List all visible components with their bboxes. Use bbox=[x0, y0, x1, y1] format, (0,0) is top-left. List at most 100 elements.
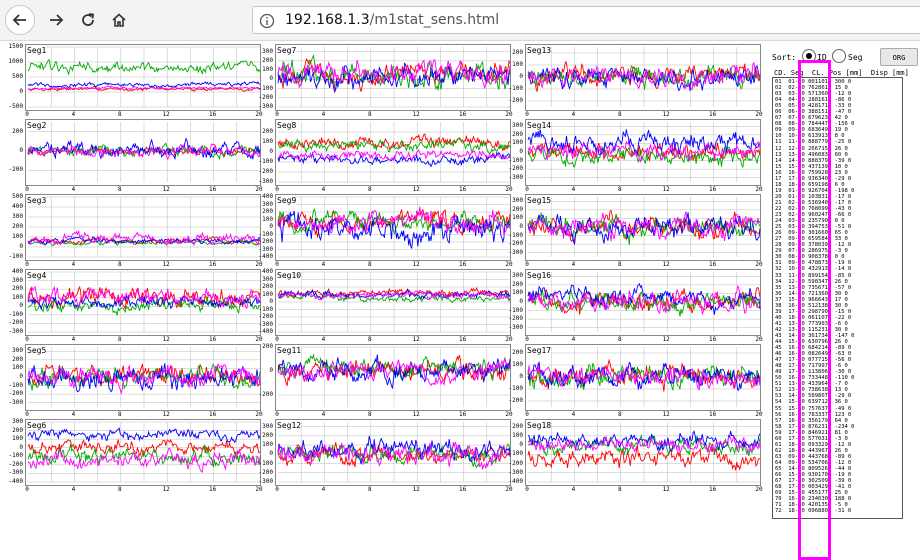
table-row[interactable]: 57 16- 0 356179 64 0 bbox=[775, 418, 854, 424]
segment-label: Seg5 bbox=[27, 346, 47, 355]
table-row[interactable]: 56 16- 0 783337 123 0 bbox=[775, 412, 854, 418]
x-tick-label: 16 bbox=[208, 486, 217, 493]
y-tick-label: 0 bbox=[519, 223, 523, 230]
page-content: Seg1 1500 1000 500 0 -500 0 4 8 12 16 20 Seg2 200 0 -20… bbox=[0, 41, 920, 560]
table-row[interactable]: 61 18- 0 093329 -12 0 bbox=[775, 442, 854, 448]
y-tick-label: -200 bbox=[258, 468, 273, 476]
y-tick-label: -200 bbox=[508, 397, 523, 404]
chart-plot bbox=[277, 196, 511, 258]
table-row[interactable]: 55 15- 0 757637 -49 0 bbox=[775, 406, 854, 412]
reload-button[interactable] bbox=[73, 5, 103, 35]
y-tick-label: 300 bbox=[512, 272, 523, 280]
x-tick-label: 20 bbox=[505, 411, 513, 418]
x-tick-label: 20 bbox=[755, 411, 763, 418]
x-tick-label: 4 bbox=[571, 261, 576, 268]
url-text[interactable]: 192.168.1.3/m1stat_sens.html bbox=[285, 12, 499, 28]
table-row[interactable]: 12 12- 0 266715 26 0 bbox=[775, 146, 854, 152]
x-tick-label: 16 bbox=[208, 411, 217, 418]
home-button[interactable] bbox=[104, 5, 134, 35]
table-row[interactable]: 15 15- 0 437139 10 0 bbox=[775, 164, 854, 170]
x-tick-label: 12 bbox=[662, 486, 670, 493]
x-tick-label: 0 bbox=[275, 486, 279, 493]
y-tick-label: -300 bbox=[508, 173, 523, 181]
segment-label: Seg14 bbox=[527, 121, 552, 130]
table-row[interactable]: 40 18- 0 061107 -22 0 bbox=[775, 315, 854, 321]
table-row[interactable]: 35 13- 0 735671 -57 0 bbox=[775, 285, 854, 291]
x-tick-label: 8 bbox=[617, 111, 622, 118]
y-tick-label: 200 bbox=[262, 431, 273, 439]
back-button[interactable] bbox=[5, 5, 35, 35]
chart-panel-seg8: Seg8 bbox=[275, 119, 511, 186]
chart-panel-seg2: Seg2 bbox=[25, 119, 261, 186]
table-row[interactable]: 14 14- 0 888379 -39 0 bbox=[775, 158, 854, 164]
x-tick-label: 16 bbox=[208, 336, 217, 343]
y-tick-label: 200 bbox=[12, 355, 23, 363]
chart-panel-seg6: Seg6 bbox=[25, 419, 261, 486]
browser-toolbar: 192.168.1.3/m1stat_sens.html bbox=[0, 0, 920, 41]
table-row[interactable]: 39 17- 0 298790 -15 0 bbox=[775, 309, 854, 315]
chart-plot bbox=[27, 196, 261, 258]
table-row[interactable]: 16 16- 0 759928 23 0 bbox=[775, 170, 854, 176]
x-tick-label: 20 bbox=[255, 336, 263, 343]
table-row[interactable]: 60 17- 0 577031 -3 0 bbox=[775, 436, 854, 442]
y-tick-label: 200 bbox=[262, 56, 273, 64]
y-tick-label: 300 bbox=[262, 200, 273, 208]
table-row[interactable]: 19 01- 0 926704 -198 0 bbox=[775, 188, 854, 194]
y-tick-label: 300 bbox=[262, 47, 273, 55]
y-tick-label: 1500 bbox=[8, 43, 23, 50]
y-tick-label: 200 bbox=[262, 208, 273, 215]
x-tick-label: 20 bbox=[755, 111, 763, 118]
x-tick-label: 8 bbox=[367, 111, 372, 118]
table-row[interactable]: 54 15- 0 639712 36 0 bbox=[775, 399, 854, 405]
y-tick-label: -200 bbox=[508, 459, 523, 467]
y-tick-label: -100 bbox=[508, 85, 523, 92]
table-row[interactable]: 72 18- 0 096880 -31 0 bbox=[775, 508, 854, 514]
table-row[interactable]: 59 17- 0 846921 81 0 bbox=[775, 430, 854, 436]
table-row[interactable]: 37 15- 0 966643 17 0 bbox=[775, 297, 854, 303]
table-row[interactable]: 36 14- 0 721360 30 0 bbox=[775, 291, 854, 297]
table-row[interactable]: 58 17- 0 876231 -234 0 bbox=[775, 424, 854, 430]
y-tick-label: -200 bbox=[8, 319, 23, 327]
table-row[interactable]: 18 18- 0 659198 6 0 bbox=[775, 182, 854, 188]
table-row[interactable]: 13 13- 0 496083 60 0 bbox=[775, 152, 854, 158]
sort-seg-radio[interactable] bbox=[832, 49, 846, 63]
table-row[interactable]: 33 11- 0 899154 -85 0 bbox=[775, 273, 854, 279]
x-tick-label: 4 bbox=[71, 336, 76, 343]
y-tick-label: 300 bbox=[12, 213, 23, 220]
table-row[interactable]: 38 16- 0 512138 30 0 bbox=[775, 303, 854, 309]
x-tick-label: 20 bbox=[255, 411, 263, 418]
x-tick-label: 16 bbox=[458, 411, 467, 418]
y-tick-label: 100 bbox=[12, 293, 23, 301]
chart-panel-seg14: Seg14 bbox=[525, 119, 761, 186]
table-row[interactable]: 34 12- 0 590347 26 0 bbox=[775, 279, 854, 285]
y-tick-label: 100 bbox=[12, 233, 23, 240]
org-button[interactable]: ORG bbox=[880, 48, 918, 66]
x-tick-label: 8 bbox=[367, 411, 372, 418]
info-icon[interactable] bbox=[259, 13, 275, 29]
address-bar[interactable]: 192.168.1.3/m1stat_sens.html bbox=[252, 6, 920, 34]
y-tick-label: 300 bbox=[512, 197, 523, 205]
chart-panel-seg10: Seg10 bbox=[275, 269, 511, 336]
x-tick-label: 12 bbox=[662, 186, 670, 193]
chart-panel-seg11: Seg11 bbox=[275, 344, 511, 411]
table-row[interactable]: 17 17- 0 936340 -29 0 bbox=[775, 176, 854, 182]
chart-plot bbox=[277, 346, 511, 407]
chart-plot bbox=[27, 271, 261, 333]
x-tick-label: 16 bbox=[458, 336, 467, 343]
chart-panel-seg4: Seg4 bbox=[25, 269, 261, 336]
table-row[interactable]: 32 10- 0 432913 -14 0 bbox=[775, 266, 854, 272]
y-tick-label: 200 bbox=[512, 422, 523, 430]
sort-id-radio[interactable] bbox=[802, 49, 816, 63]
x-tick-label: 4 bbox=[321, 411, 326, 418]
x-tick-label: 16 bbox=[458, 486, 467, 493]
table-rows: 01 01- 0 001101 300 0 02 02- 0 762861 15 … bbox=[775, 79, 854, 514]
y-tick-label: 100 bbox=[512, 61, 523, 68]
chart-plot bbox=[277, 47, 511, 108]
x-tick-label: 12 bbox=[162, 411, 170, 418]
table-row[interactable]: 62 18- 0 443967 26 0 bbox=[775, 448, 854, 454]
sensor-table[interactable]: 01 01- 0 001101 300 0 02 02- 0 762861 15 … bbox=[772, 77, 903, 519]
forward-button[interactable] bbox=[41, 5, 71, 35]
table-row[interactable]: 11 11- 0 888779 -25 0 bbox=[775, 139, 854, 145]
x-tick-label: 16 bbox=[458, 261, 467, 268]
chart-panel-seg18: Seg18 bbox=[525, 419, 761, 486]
